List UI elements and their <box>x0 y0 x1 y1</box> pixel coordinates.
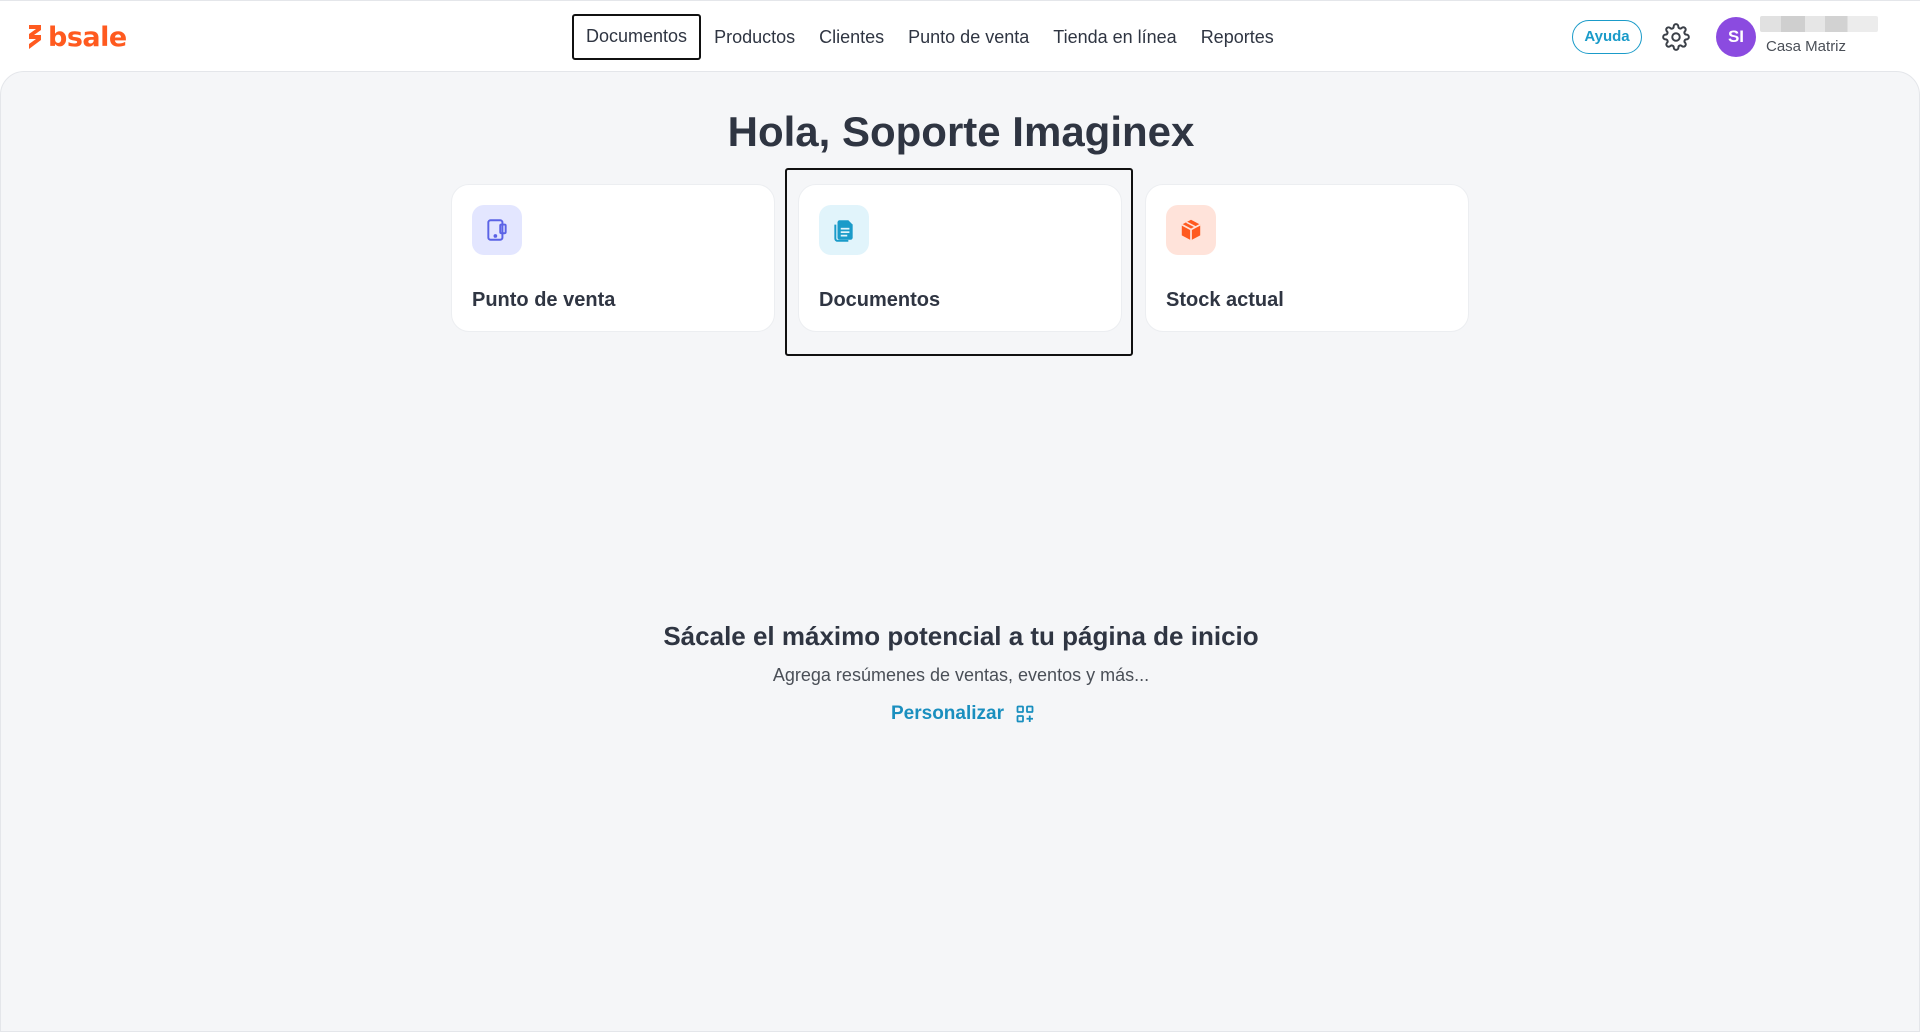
add-widget-icon <box>1016 705 1034 723</box>
nav-item-punto-de-venta[interactable]: Punto de venta <box>896 14 1041 60</box>
bsale-logo-mark-icon <box>29 25 41 49</box>
tablet-pos-icon <box>472 205 522 255</box>
nav-item-documentos[interactable]: Documentos <box>572 14 702 60</box>
page-title: Hola, Soporte Imaginex <box>727 108 1195 155</box>
logo-text: bsale <box>48 21 127 53</box>
customize-label: Personalizar <box>891 703 1004 724</box>
shortcut-label: Documentos <box>819 289 941 311</box>
customize-link[interactable]: Personalizar <box>891 703 1034 725</box>
help-button[interactable]: Ayuda <box>1572 20 1642 54</box>
bsale-logo[interactable]: bsale <box>26 21 127 53</box>
nav-item-clientes[interactable]: Clientes <box>807 14 896 60</box>
user-name-redacted <box>1760 16 1878 32</box>
box-icon <box>1166 205 1216 255</box>
gear-icon[interactable] <box>1662 23 1690 51</box>
nav-item-tienda-en-linea[interactable]: Tienda en línea <box>1041 14 1188 60</box>
promo-subtitle: Agrega resúmenes de ventas, eventos y má… <box>772 665 1150 685</box>
document-icon <box>819 205 869 255</box>
shortcut-label: Punto de venta <box>472 289 616 311</box>
top-navbar: bsale Documentos Productos Clientes Punt… <box>0 0 1920 71</box>
branch-selector[interactable]: Casa Matriz <box>1766 38 1846 55</box>
shortcut-card-stock-actual[interactable]: Stock actual <box>1145 184 1469 332</box>
user-avatar[interactable]: SI <box>1716 17 1756 57</box>
shortcut-label: Stock actual <box>1166 289 1284 311</box>
nav-item-reportes[interactable]: Reportes <box>1189 14 1286 60</box>
shortcut-card-documentos[interactable]: Documentos <box>798 184 1122 332</box>
home-content: Hola, Soporte Imaginex Punto de venta Do… <box>0 71 1920 1032</box>
shortcut-card-punto-de-venta[interactable]: Punto de venta <box>451 184 775 332</box>
nav-item-productos[interactable]: Productos <box>702 14 807 60</box>
promo-title: Sácale el máximo potencial a tu página d… <box>663 621 1259 651</box>
main-nav: Documentos Productos Clientes Punto de v… <box>572 14 1286 60</box>
